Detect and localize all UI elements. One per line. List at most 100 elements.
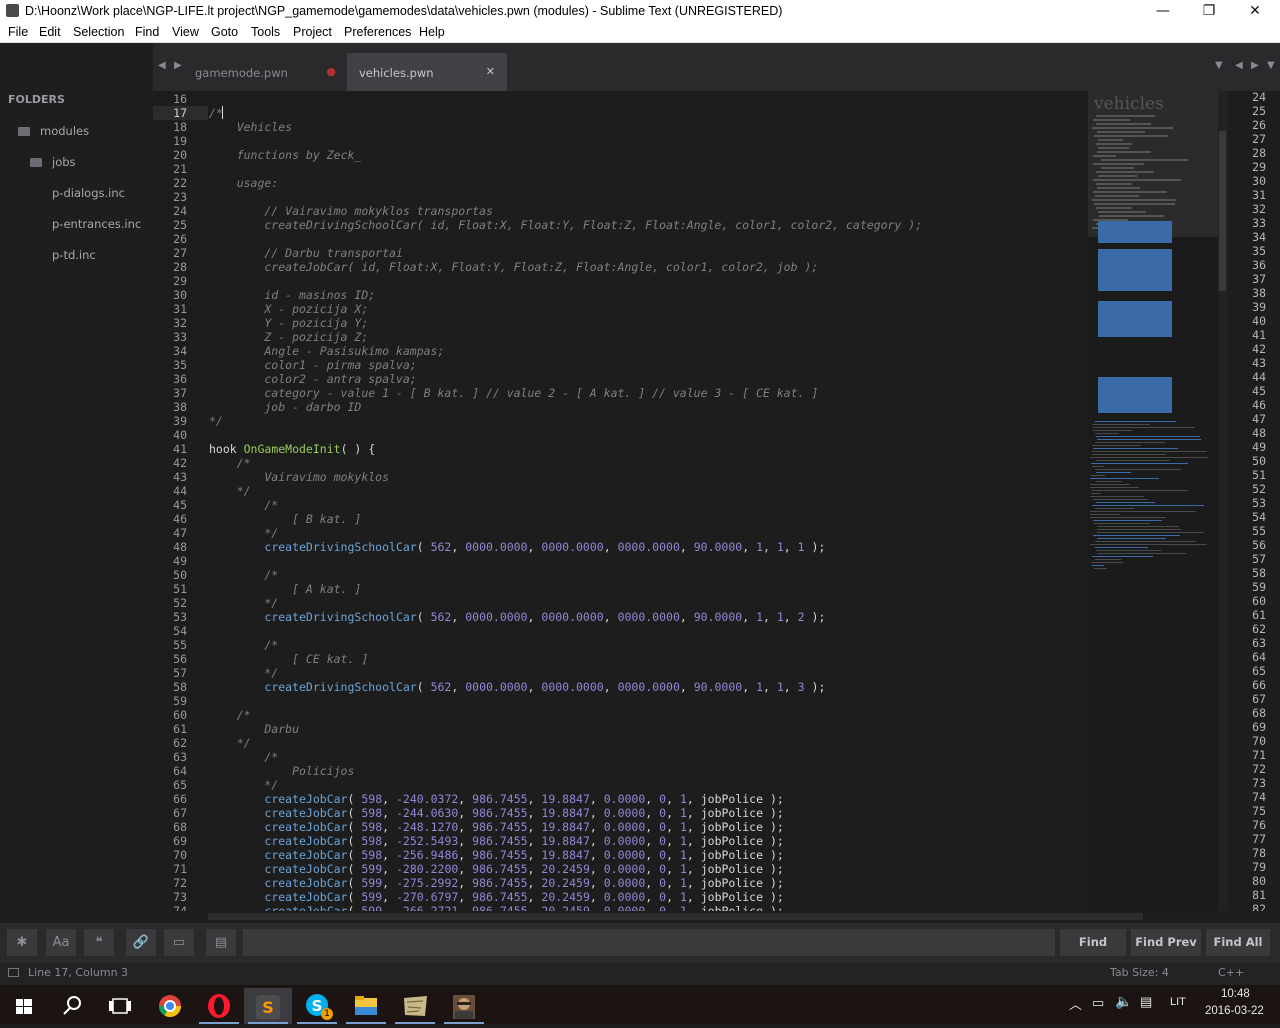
line-number: 50 <box>173 568 187 582</box>
code-line: functions by Zeck_ <box>209 148 362 162</box>
tray-expand-icon[interactable]: ︿ <box>1069 994 1082 1013</box>
horizontal-scrollbar[interactable] <box>153 911 1280 923</box>
line-number: 37 <box>1252 272 1266 286</box>
find-all-button[interactable]: Find All <box>1206 929 1270 956</box>
hscroll-thumb[interactable] <box>208 913 1143 920</box>
menu-project[interactable]: Project <box>293 25 332 39</box>
whole-word-toggle[interactable]: ❝ <box>84 929 114 956</box>
regex-toggle[interactable]: ✱ <box>7 929 37 956</box>
code-line: /* <box>209 708 251 722</box>
find-button[interactable]: Find <box>1060 929 1126 956</box>
taskbar-map-app[interactable] <box>391 988 439 1024</box>
menu-preferences[interactable]: Preferences <box>344 25 411 39</box>
pane-right-icon[interactable]: ▶ <box>1251 60 1259 71</box>
folder-icon <box>18 127 30 136</box>
taskbar-sublime[interactable]: S <box>244 988 292 1024</box>
line-number: 69 <box>173 834 187 848</box>
folder-modules[interactable]: modules <box>18 124 89 138</box>
case-toggle[interactable]: Aa <box>46 929 76 956</box>
minimap-line <box>1096 123 1151 125</box>
in-selection-toggle[interactable]: ▭ <box>164 929 194 956</box>
wrap-toggle[interactable]: 🔗 <box>126 929 156 956</box>
minimap-line <box>1094 523 1150 524</box>
search-button[interactable] <box>48 988 96 1024</box>
line-number: 22 <box>173 176 187 190</box>
menu-edit[interactable]: Edit <box>39 25 61 39</box>
file-p-dialogs[interactable]: p-dialogs.inc <box>52 186 125 200</box>
minimize-button[interactable]: — <box>1140 0 1186 22</box>
avatar-icon <box>453 995 475 1019</box>
menu-find[interactable]: Find <box>135 25 159 39</box>
scroll-thumb[interactable] <box>1219 131 1226 291</box>
modified-dot-icon[interactable]: ● <box>326 65 336 78</box>
file-p-entrances[interactable]: p-entrances.inc <box>52 217 141 231</box>
close-button[interactable]: ✕ <box>1232 0 1278 22</box>
line-number: 62 <box>1252 622 1266 636</box>
taskbar-opera[interactable] <box>195 988 243 1024</box>
task-view-button[interactable] <box>96 988 144 1024</box>
pane-list-icon[interactable]: ▼ <box>1267 60 1275 71</box>
menu-tools[interactable]: Tools <box>251 25 280 39</box>
code-line: createJobCar( 598, -244.0630, 986.7455, … <box>264 806 784 820</box>
menu-goto[interactable]: Goto <box>211 25 238 39</box>
line-number: 19 <box>173 134 187 148</box>
menu-help[interactable]: Help <box>419 25 445 39</box>
tab-scroll-right-icon[interactable]: ▶ <box>174 60 182 71</box>
tab-gamemode[interactable]: gamemode.pwn ● <box>183 53 348 91</box>
taskbar-chrome[interactable] <box>146 988 194 1024</box>
line-number: 38 <box>1252 286 1266 300</box>
line-number: 54 <box>1252 510 1266 524</box>
highlight-toggle[interactable]: ▤ <box>206 929 236 956</box>
line-number: 49 <box>1252 440 1266 454</box>
clock-time[interactable]: 10:48 <box>1221 988 1250 1000</box>
minimap-line <box>1096 436 1200 437</box>
skype-icon: S <box>306 994 328 1016</box>
volume-icon[interactable]: 🔈 <box>1115 993 1132 1010</box>
line-number: 26 <box>1252 118 1266 132</box>
start-button[interactable] <box>0 988 48 1024</box>
cursor-position: Line 17, Column 3 <box>28 966 129 979</box>
line-number: 56 <box>1252 538 1266 552</box>
taskbar-skype[interactable]: S 1 <box>293 988 341 1024</box>
network-icon[interactable]: ▭ <box>1092 995 1104 1011</box>
minimap-line <box>1097 187 1140 189</box>
minimap[interactable]: vehicles <box>1088 91 1218 911</box>
line-number: 32 <box>173 316 187 330</box>
panel-toggle-icon[interactable] <box>8 968 19 977</box>
code-line: createJobCar( id, Float:X, Float:Y, Floa… <box>209 260 819 274</box>
close-tab-icon[interactable]: ✕ <box>486 65 495 78</box>
line-number: 36 <box>1252 258 1266 272</box>
line-number: 29 <box>1252 160 1266 174</box>
find-input[interactable] <box>243 929 1055 956</box>
tab-scroll-left-icon[interactable]: ◀ <box>158 60 166 71</box>
minimap-line <box>1090 544 1207 545</box>
taskbar-explorer[interactable] <box>342 988 390 1024</box>
minimap-block <box>1098 301 1172 337</box>
line-number: 33 <box>1252 216 1266 230</box>
minimap-line <box>1093 427 1195 428</box>
syntax-mode[interactable]: C++ <box>1218 966 1244 979</box>
menu-file[interactable]: File <box>8 25 28 39</box>
minimap-line <box>1095 433 1119 434</box>
file-p-td[interactable]: p-td.inc <box>52 248 96 262</box>
maximize-button[interactable]: ❐ <box>1186 0 1232 22</box>
minimap-line <box>1095 469 1181 470</box>
vertical-scrollbar[interactable] <box>1218 91 1228 911</box>
code-line: /* <box>209 456 251 470</box>
clock-date[interactable]: 2016-03-22 <box>1205 1005 1264 1017</box>
minimap-line <box>1092 445 1141 446</box>
line-number: 60 <box>1252 594 1266 608</box>
tab-size[interactable]: Tab Size: 4 <box>1110 966 1169 979</box>
taskbar-game[interactable] <box>440 988 488 1024</box>
notifications-icon[interactable]: ▤ <box>1140 994 1152 1010</box>
line-number: 35 <box>173 358 187 372</box>
code-editor[interactable]: /* Vehicles functions by Zeck_ usage: //… <box>208 91 1088 911</box>
tab-vehicles[interactable]: vehicles.pwn ✕ <box>347 53 507 91</box>
input-language[interactable]: LIT <box>1170 996 1186 1008</box>
pane-left-icon[interactable]: ◀ <box>1235 60 1243 71</box>
find-prev-button[interactable]: Find Prev <box>1131 929 1201 956</box>
folder-jobs[interactable]: jobs <box>30 155 76 169</box>
menu-view[interactable]: View <box>172 25 199 39</box>
menu-selection[interactable]: Selection <box>73 25 124 39</box>
tab-list-icon[interactable]: ▼ <box>1215 60 1223 71</box>
